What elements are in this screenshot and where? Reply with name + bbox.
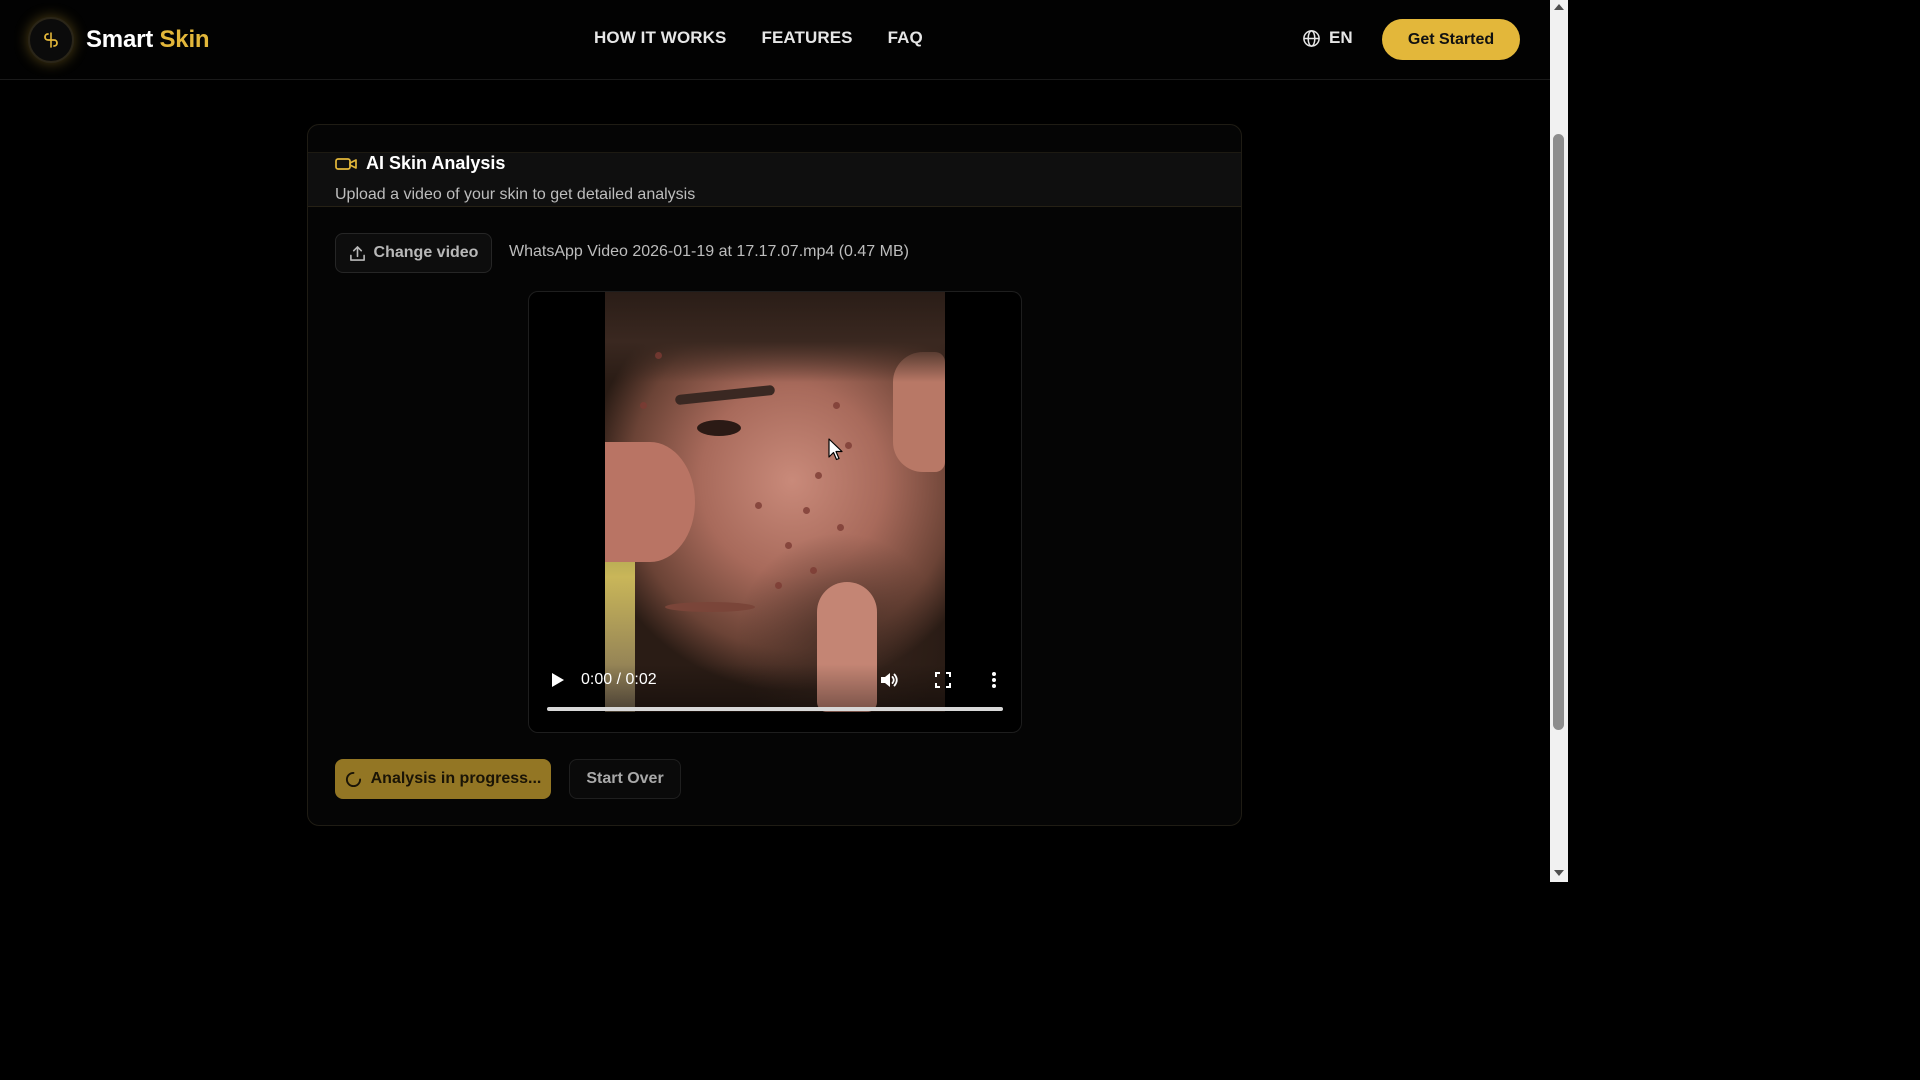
- get-started-button[interactable]: Get Started: [1382, 19, 1520, 60]
- change-video-label: Change video: [373, 244, 479, 261]
- nav-faq[interactable]: FAQ: [888, 28, 923, 48]
- video-time: 0:00 / 0:02: [581, 671, 657, 688]
- brand-name: Smart Skin: [86, 26, 210, 54]
- language-label: EN: [1329, 28, 1353, 47]
- video-camera-icon: [335, 157, 357, 170]
- top-navbar: Smart Skin HOW IT WORKS FEATURES FAQ EN …: [0, 0, 1550, 80]
- logo-icon: [28, 17, 74, 63]
- scrollbar-thumb[interactable]: [1553, 134, 1564, 730]
- mouse-cursor-icon: [828, 438, 843, 461]
- volume-icon[interactable]: [879, 670, 899, 690]
- skin-spot: [775, 582, 782, 589]
- skin-spot: [640, 402, 647, 409]
- nav-how-it-works[interactable]: HOW IT WORKS: [594, 28, 726, 48]
- skin-spot: [655, 352, 662, 359]
- skin-spot: [833, 402, 840, 409]
- nav-features[interactable]: FEATURES: [761, 28, 852, 48]
- analysis-card: AI Skin Analysis Upload a video of your …: [307, 124, 1242, 826]
- start-over-button[interactable]: Start Over: [569, 759, 681, 799]
- skin-spot: [785, 542, 792, 549]
- card-subtitle: Upload a video of your skin to get detai…: [335, 186, 696, 203]
- skin-spot: [815, 472, 822, 479]
- card-title: AI Skin Analysis: [335, 153, 505, 174]
- play-icon[interactable]: [551, 672, 565, 688]
- globe-icon: [1303, 29, 1320, 47]
- video-face-hair: [605, 292, 945, 382]
- video-progress-bar[interactable]: [547, 707, 1003, 711]
- skin-spot: [755, 502, 762, 509]
- video-player[interactable]: 0:00 / 0:02: [528, 291, 1022, 733]
- analysis-label: Analysis in progress...: [370, 770, 542, 787]
- video-face-eye: [697, 420, 741, 436]
- analysis-in-progress-button[interactable]: Analysis in progress...: [335, 759, 551, 799]
- scroll-down-arrow-icon[interactable]: [1554, 870, 1564, 876]
- more-vertical-icon[interactable]: [991, 671, 997, 689]
- brand-logo[interactable]: Smart Skin: [28, 17, 210, 63]
- video-face-nose: [605, 442, 695, 562]
- language-switcher[interactable]: EN: [1302, 28, 1353, 48]
- brand-name-word2: Skin: [159, 26, 210, 53]
- spinner-icon: [345, 771, 361, 787]
- upload-icon: [349, 245, 365, 261]
- skin-spot: [803, 507, 810, 514]
- video-face-brow: [674, 384, 776, 406]
- brand-name-word1: Smart: [86, 26, 154, 53]
- video-frame: [605, 292, 945, 712]
- card-header: AI Skin Analysis Upload a video of your …: [308, 152, 1241, 207]
- skin-spot: [845, 442, 852, 449]
- skin-spot: [810, 567, 817, 574]
- main-nav: HOW IT WORKS FEATURES FAQ: [594, 28, 923, 48]
- scroll-up-arrow-icon[interactable]: [1554, 4, 1564, 10]
- file-info: WhatsApp Video 2026-01-19 at 17.17.07.mp…: [509, 243, 909, 260]
- page-scrollbar[interactable]: [1550, 0, 1568, 882]
- change-video-button[interactable]: Change video: [335, 233, 492, 273]
- card-title-text: AI Skin Analysis: [366, 153, 506, 173]
- video-face-mouth: [665, 602, 755, 612]
- fullscreen-icon[interactable]: [934, 671, 952, 689]
- skin-spot: [837, 524, 844, 531]
